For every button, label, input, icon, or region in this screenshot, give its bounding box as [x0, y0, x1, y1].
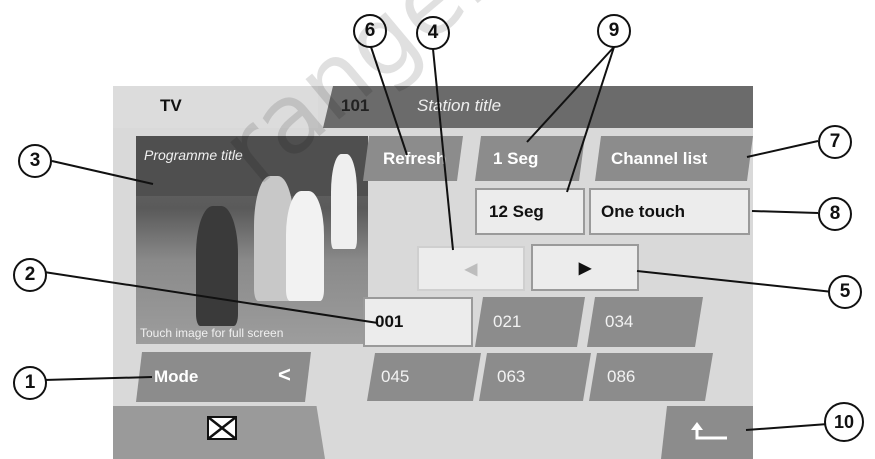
callout-10: 10	[824, 402, 864, 442]
callout-2: 2	[13, 258, 47, 292]
callout-6: 6	[353, 14, 387, 48]
callout-5: 5	[828, 275, 862, 309]
callout-leader-lines	[43, 46, 834, 431]
callout-8: 8	[818, 197, 852, 231]
callout-3: 3	[18, 144, 52, 178]
callout-1: 1	[13, 366, 47, 400]
callout-4: 4	[416, 16, 450, 50]
callout-7: 7	[818, 125, 852, 159]
callout-9: 9	[597, 14, 631, 48]
